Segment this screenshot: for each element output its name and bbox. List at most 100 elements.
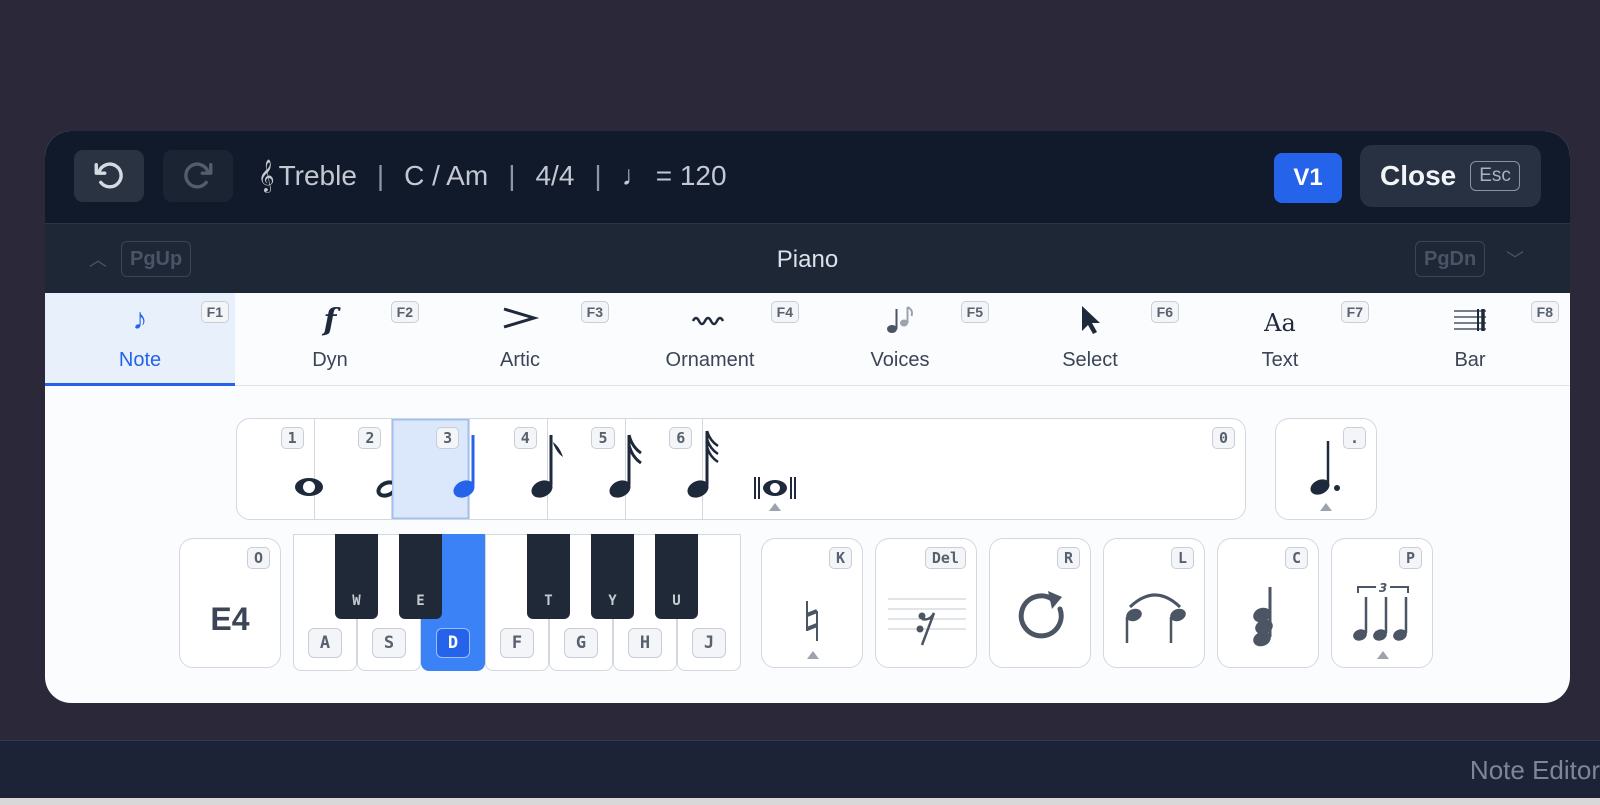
- key-hint: Del: [924, 547, 966, 569]
- undo-icon: [94, 162, 123, 189]
- chord-button[interactable]: C: [1217, 538, 1319, 668]
- key-label: S: [372, 628, 406, 658]
- duration-sixteenth-button[interactable]: 5: [548, 419, 642, 519]
- tab-label: Ornament: [665, 349, 755, 371]
- tab-label: Text: [1261, 349, 1299, 371]
- key-label: D: [436, 628, 470, 658]
- key-label: F: [500, 628, 534, 658]
- treble-clef-icon: 𝄞: [258, 159, 275, 191]
- black-key-e[interactable]: E: [399, 534, 442, 619]
- triplet-button[interactable]: 3 P: [1331, 538, 1433, 668]
- tab-key-hint: F8: [1530, 301, 1559, 323]
- key-label: W: [352, 593, 361, 609]
- tab-text[interactable]: Aa Text F7: [1185, 293, 1375, 386]
- tab-key-hint: F5: [960, 301, 989, 323]
- key-hint: O: [246, 547, 270, 569]
- piano-keyboard: A S D F G H J W E T Y U: [293, 534, 741, 671]
- voice-button[interactable]: V1: [1274, 153, 1342, 203]
- close-label: Close: [1380, 160, 1457, 191]
- tab-label: Bar: [1454, 349, 1486, 371]
- tab-key-hint: F7: [1340, 301, 1369, 323]
- separator: |: [376, 160, 385, 191]
- tab-artic[interactable]: Artic F3: [425, 293, 615, 386]
- key-label: A: [308, 628, 342, 658]
- key-hint: C: [1284, 547, 1308, 569]
- tab-select[interactable]: Select F6: [995, 293, 1185, 386]
- key-hint: .: [1342, 427, 1366, 449]
- black-key-u[interactable]: U: [655, 534, 698, 619]
- key-hint: 2: [358, 427, 382, 449]
- pgdn-key-hint[interactable]: PgDn: [1415, 241, 1486, 277]
- key-hint: 6: [669, 427, 693, 449]
- palette-header: 𝄞 Treble | C / Am | 4/4 | ♩ = 120 V1 Clo…: [45, 131, 1570, 223]
- tempo-label[interactable]: = 120: [656, 160, 727, 192]
- rest-button[interactable]: Del: [875, 538, 977, 668]
- tab-key-hint: F4: [770, 301, 799, 323]
- staff-selector: ︿ PgUp Piano PgDn ﹀: [45, 223, 1570, 293]
- tab-label: Note: [118, 349, 162, 371]
- octave-display[interactable]: O E4: [179, 538, 281, 668]
- note-input-palette: 𝄞 Treble | C / Am | 4/4 | ♩ = 120 V1 Clo…: [45, 131, 1570, 703]
- repeat-button[interactable]: R: [989, 538, 1091, 668]
- duration-half-button[interactable]: 2: [315, 419, 398, 519]
- duration-breve-button[interactable]: 0: [703, 419, 1245, 519]
- chevron-down-icon[interactable]: ﹀: [1506, 246, 1524, 272]
- key-hint: P: [1398, 547, 1422, 569]
- duration-thirty-second-button[interactable]: 6: [626, 419, 719, 519]
- separator: |: [594, 160, 602, 191]
- tab-label: Artic: [500, 349, 540, 371]
- tab-ornament[interactable]: Ornament F4: [615, 293, 805, 386]
- duration-eighth-button[interactable]: 4: [470, 419, 564, 519]
- redo-button[interactable]: [163, 150, 233, 202]
- quarter-note-icon: ♩: [621, 160, 650, 191]
- tab-label: Select: [1062, 349, 1118, 371]
- tab-label: Voices: [870, 349, 930, 371]
- key-signature-label[interactable]: C / Am: [404, 160, 488, 192]
- breve-icon: [754, 477, 797, 511]
- dot-button[interactable]: .: [1275, 418, 1377, 520]
- key-hint: L: [1170, 547, 1194, 569]
- key-label: T: [544, 593, 553, 609]
- duration-whole-button[interactable]: 1: [237, 419, 323, 519]
- key-label: Y: [608, 593, 617, 609]
- tool-tabs: ♪ Note F1 f Dyn F2 Artic F3 Ornament F4: [45, 293, 1570, 386]
- tab-bar[interactable]: Bar F8: [1375, 293, 1565, 386]
- close-button[interactable]: Close Esc: [1360, 145, 1541, 207]
- tab-note[interactable]: ♪ Note F1: [45, 293, 235, 386]
- tab-dyn[interactable]: f Dyn F2: [235, 293, 425, 386]
- tab-key-hint: F6: [1150, 301, 1179, 323]
- score-info: 𝄞 Treble | C / Am | 4/4 | ♩ = 120: [258, 155, 727, 197]
- black-key-w[interactable]: W: [335, 534, 378, 619]
- clef-label[interactable]: Treble: [279, 160, 357, 192]
- key-hint: 5: [591, 427, 615, 449]
- duration-quarter-button[interactable]: 3: [392, 419, 475, 519]
- key-hint: 0: [1211, 427, 1235, 449]
- black-key-t[interactable]: T: [527, 534, 570, 619]
- separator: |: [508, 160, 516, 191]
- key-label: G: [564, 628, 598, 658]
- key-hint: K: [828, 547, 852, 569]
- key-hint: R: [1056, 547, 1080, 569]
- undo-button[interactable]: [74, 150, 144, 202]
- tab-voices[interactable]: Voices F5: [805, 293, 995, 386]
- tab-label: Dyn: [312, 349, 348, 371]
- tie-button[interactable]: L: [1103, 538, 1205, 668]
- key-label: J: [692, 628, 726, 658]
- redo-icon: [184, 162, 213, 189]
- status-bar: Note Editor: [0, 740, 1600, 798]
- key-hint: 4: [513, 427, 537, 449]
- time-signature-label[interactable]: 4/4: [535, 160, 574, 192]
- key-label: E: [416, 593, 425, 609]
- staff-name: Piano: [776, 246, 839, 273]
- status-label: Note Editor: [1469, 755, 1600, 785]
- tab-key-hint: F3: [580, 301, 609, 323]
- natural-button[interactable]: K: [761, 538, 863, 668]
- key-label: H: [628, 628, 662, 658]
- duration-selector: 1 2 3 4 5 6 0: [236, 418, 1246, 520]
- svg-text:3: 3: [1379, 581, 1387, 595]
- tab-key-hint: F1: [200, 301, 229, 323]
- key-hint: 1: [280, 427, 304, 449]
- esc-key-hint: Esc: [1470, 161, 1520, 191]
- black-key-y[interactable]: Y: [591, 534, 634, 619]
- window-bottom-edge: [0, 798, 1600, 805]
